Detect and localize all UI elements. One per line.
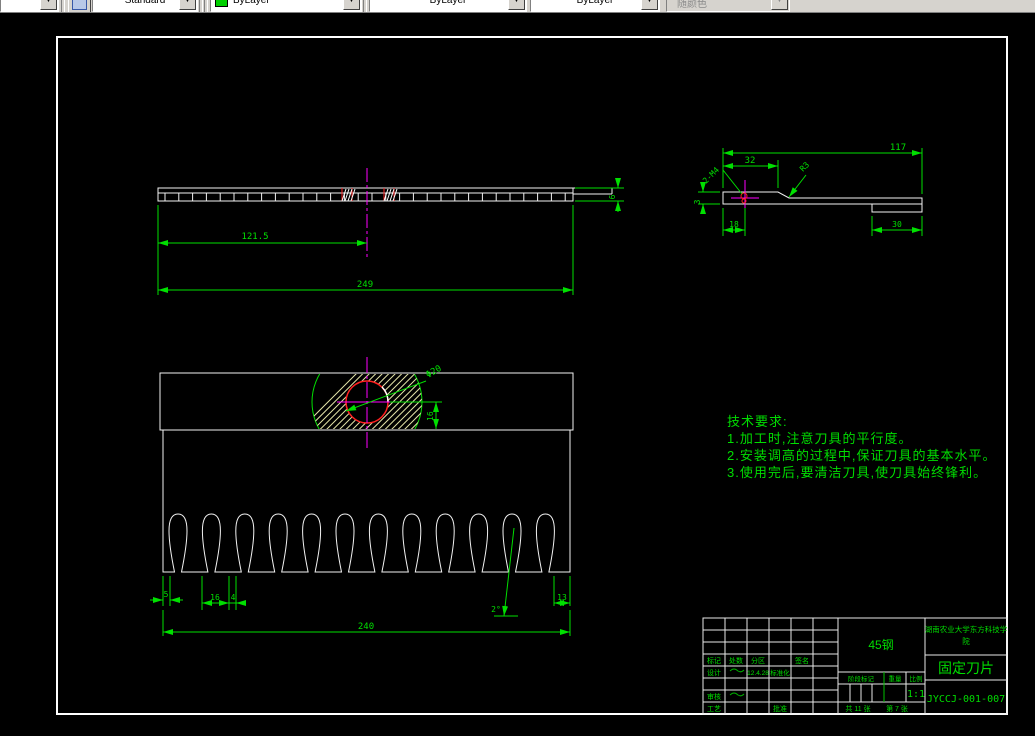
signature-scribble [730, 693, 744, 696]
color-value: ByLayer [233, 0, 270, 6]
dim-label: Φ20 [425, 364, 444, 381]
text-style-combo[interactable]: Standard ▼ [92, 0, 198, 12]
toolbar-separator [199, 0, 203, 12]
chevron-down-icon[interactable]: ▼ [508, 0, 525, 10]
material-spec: 45钢 [868, 638, 893, 652]
dim-label: 13 [557, 593, 567, 602]
dim-label: 2-M4 [701, 165, 721, 185]
drawing-number: JYCCJ-001-007 [927, 694, 1005, 705]
signature-scribble [730, 669, 744, 672]
company-name: 湖南农业大学东方科技学 [925, 624, 1008, 634]
text-style-value: Standard [125, 0, 166, 6]
lineweight-control-combo[interactable]: ByLayer ▼ [530, 0, 660, 12]
tb-date: 12.4.28 [747, 670, 769, 677]
top-view: 121.5 249 6 [158, 168, 624, 295]
drawing-canvas[interactable]: 121.5 249 6 [0, 12, 1035, 736]
sheet-frame [57, 37, 1007, 714]
dim-label: 240 [358, 622, 374, 632]
toolbar-separator [363, 0, 367, 12]
chevron-down-icon[interactable]: ▼ [40, 0, 57, 10]
plotstyle-control-combo: 随颜色 ▼ [666, 0, 790, 12]
chevron-down-icon[interactable]: ▼ [641, 0, 658, 10]
scale-value: 1:1 [907, 689, 925, 700]
dim-label: 5 [164, 590, 169, 599]
company-name: 院 [962, 636, 970, 646]
toolbar-separator [61, 0, 65, 12]
linetype-value: ByLayer [430, 0, 467, 6]
sheet-total: 共 11 张 [845, 704, 870, 713]
part-name: 固定刀片 [938, 660, 994, 676]
tb-label: 批准 [773, 704, 787, 713]
text-style-button[interactable] [68, 0, 91, 13]
tb-label: 审核 [707, 692, 721, 701]
tech-req-line: 1.加工时,注意刀具的平行度。 [727, 430, 996, 447]
tb-label: 阶段标记 [848, 674, 875, 683]
lineweight-value: ByLayer [577, 0, 614, 6]
dim-label: 16 [210, 593, 220, 602]
dim-label: 2° [491, 605, 501, 614]
dim-label: 16 [426, 411, 435, 421]
dim-label: 32 [745, 156, 756, 166]
tb-label: 比例 [910, 674, 923, 683]
front-view: Φ20 16 5 16 4 [150, 347, 573, 636]
toolbar-separator [204, 0, 208, 12]
tech-req-title: 技术要求: [727, 413, 996, 430]
layer-combo-partial[interactable]: ▼ [0, 0, 59, 12]
dim-label: 121.5 [241, 232, 268, 242]
color-control-combo[interactable]: ByLayer ▼ [210, 0, 362, 12]
dim-label: 117 [890, 143, 906, 153]
tech-req-line: 2.安装调高的过程中,保证刀具的基本水平。 [727, 447, 996, 464]
chevron-down-icon: ▼ [771, 0, 788, 10]
sheet-number: 第 7 张 [886, 704, 908, 713]
title-block-text: 标记 处数 分区 签名 设计 12.4.28 标准化 审核 工艺 批准 45钢 … [707, 624, 1008, 713]
chevron-down-icon[interactable]: ▼ [179, 0, 196, 10]
tb-label: 处数 [729, 656, 743, 665]
tb-label: 标准化 [770, 668, 790, 677]
linetype-control-combo[interactable]: ByLayer ▼ [369, 0, 527, 12]
dim-label: 6 [608, 194, 617, 199]
serrated-edge [163, 430, 570, 572]
tb-label: 签名 [795, 656, 809, 665]
cad-application-window: { "toolbar": { "style_combo": "Standard"… [0, 0, 1035, 736]
technical-requirements: 技术要求: 1.加工时,注意刀具的平行度。 2.安装调高的过程中,保证刀具的基本… [727, 413, 996, 481]
plotstyle-value: 随颜色 [677, 0, 707, 10]
tb-label: 分区 [751, 656, 765, 665]
tb-label: 设计 [707, 668, 721, 677]
color-swatch-icon [215, 0, 228, 7]
style-icon [72, 0, 87, 10]
dim-label: 3 [693, 199, 702, 204]
chevron-down-icon[interactable]: ▼ [343, 0, 360, 10]
dim-label: 249 [357, 280, 373, 290]
tb-label: 标记 [707, 656, 721, 665]
dim-label: R3 [798, 160, 811, 173]
side-view: 117 32 R3 2-M4 18 30 3 [693, 143, 922, 236]
tb-label: 工艺 [707, 705, 721, 713]
top-toolbar: ▼ Standard ▼ ByLayer ▼ ByLayer ▼ ByLayer… [0, 0, 1035, 13]
dim-label: 18 [729, 220, 739, 229]
tech-req-line: 3.使用完后,要清洁刀具,使刀具始终锋利。 [727, 464, 996, 481]
dim-label: 4 [231, 593, 236, 602]
tb-label: 重量 [889, 675, 903, 683]
dim-label: 30 [892, 220, 902, 229]
